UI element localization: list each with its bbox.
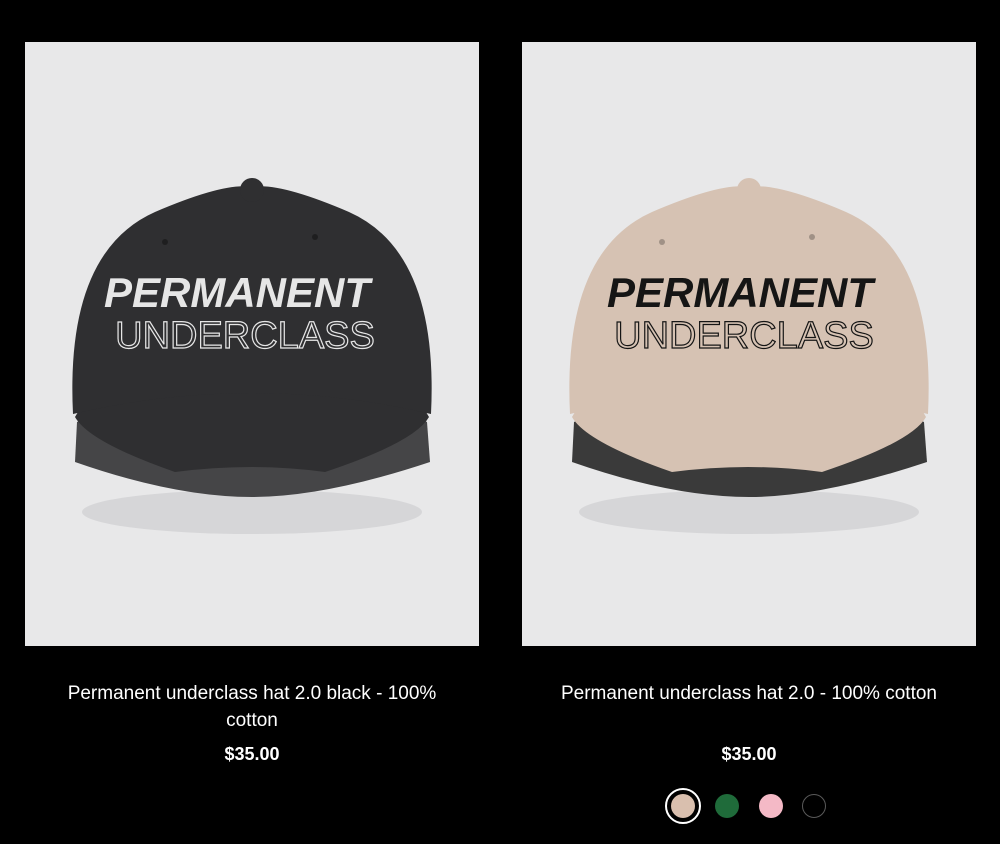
- black-hat-image: PERMANENT UNDERCLASS: [72, 178, 432, 534]
- embroidery-line-2: UNDERCLASS: [614, 315, 874, 357]
- hat-eyelet: [809, 234, 815, 240]
- product-title: Permanent underclass hat 2.0 - 100% cott…: [560, 683, 937, 704]
- embroidery-line-1: PERMANENT: [104, 269, 373, 316]
- embroidery-line-1: PERMANENT: [607, 269, 876, 316]
- swatch-black[interactable]: [802, 794, 826, 818]
- swatch-green[interactable]: [715, 794, 739, 818]
- swatch-khaki-fill: [671, 794, 695, 818]
- khaki-hat-image: PERMANENT UNDERCLASS: [569, 178, 929, 534]
- product-image-khaki-hat[interactable]: PERMANENT UNDERCLASS: [522, 42, 976, 646]
- hat-eyelet: [312, 234, 318, 240]
- hat-eyelet: [162, 239, 168, 245]
- swatch-khaki[interactable]: [665, 788, 701, 824]
- product-title: Permanent underclass hat 2.0 black - 100…: [67, 683, 437, 731]
- product-price: $35.00: [224, 744, 280, 764]
- color-swatches: [522, 788, 976, 824]
- swatch-pink[interactable]: [759, 794, 783, 818]
- product-title-link[interactable]: Permanent underclass hat 2.0 - 100% cott…: [522, 680, 976, 707]
- product-title-link[interactable]: Permanent underclass hat 2.0 black - 100…: [25, 680, 479, 734]
- product-grid: PERMANENT UNDERCLASS Permanent underclas…: [0, 0, 1000, 844]
- product-price: $35.00: [721, 744, 777, 764]
- embroidery-line-2: UNDERCLASS: [115, 315, 375, 357]
- hat-eyelet: [659, 239, 665, 245]
- hat-button: [240, 178, 264, 202]
- hat-button: [737, 178, 761, 202]
- product-image-black-hat[interactable]: PERMANENT UNDERCLASS: [25, 42, 479, 646]
